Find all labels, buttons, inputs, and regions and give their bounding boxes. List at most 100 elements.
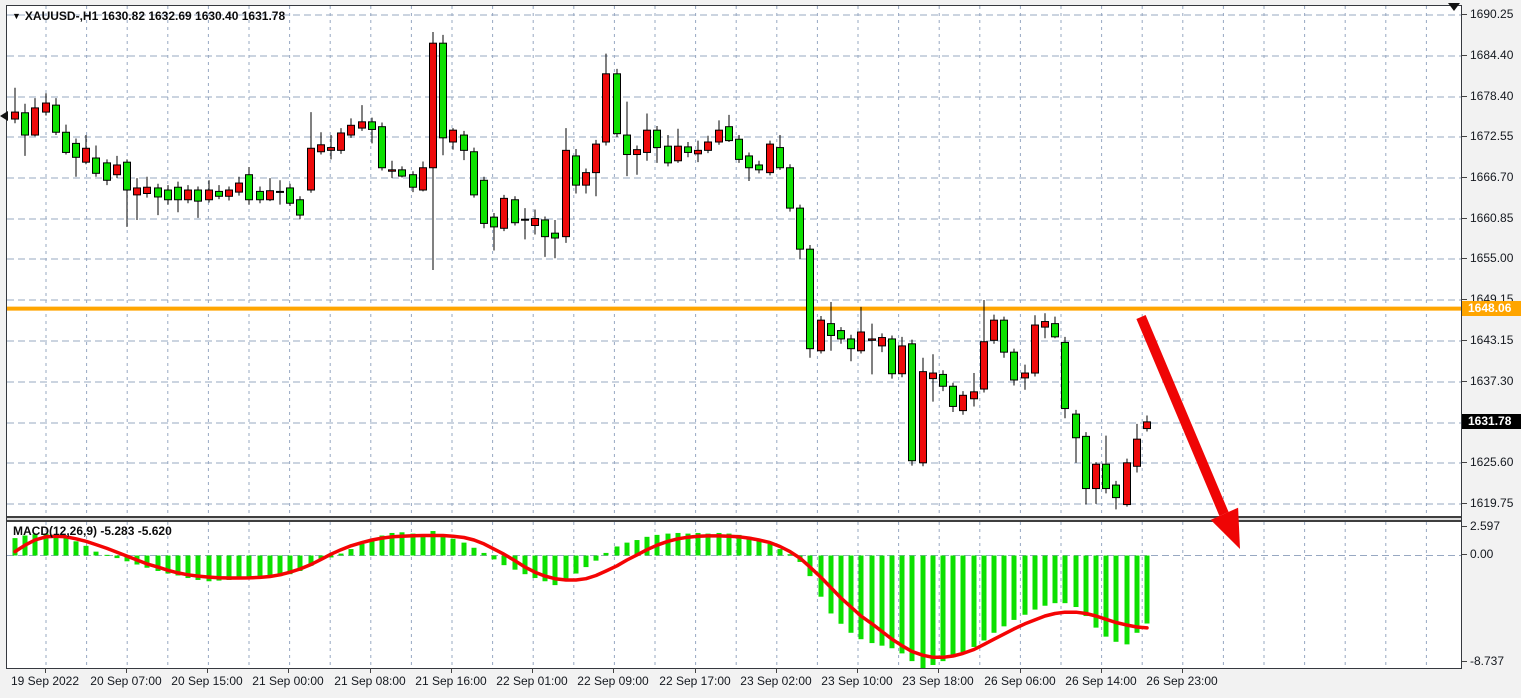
- bull-candle: [1022, 373, 1029, 378]
- macd-bar: [768, 544, 773, 556]
- axis-tick: [370, 668, 371, 673]
- bear-candle: [93, 158, 100, 173]
- bull-candle: [430, 43, 437, 168]
- macd-bar: [94, 552, 99, 556]
- bear-candle: [624, 135, 631, 154]
- bull-candle: [389, 170, 396, 171]
- bull-candle: [236, 183, 243, 192]
- macd-bar: [1135, 556, 1140, 633]
- macd-bar: [360, 544, 365, 556]
- bear-candle: [746, 156, 753, 168]
- chart-shift-marker-icon: [1448, 3, 1460, 11]
- macd-bar: [890, 556, 895, 649]
- candlestick-chart-surface[interactable]: [7, 6, 1461, 516]
- bear-candle: [471, 152, 478, 195]
- macd-bar: [258, 556, 263, 579]
- bull-candle: [348, 125, 355, 135]
- macd-bar: [900, 556, 905, 654]
- bull-candle: [450, 130, 457, 142]
- axis-tick: [776, 668, 777, 673]
- bear-candle: [940, 374, 947, 386]
- macd-bar: [870, 556, 875, 644]
- candlestick-series[interactable]: [12, 32, 1151, 509]
- macd-bar: [1074, 556, 1079, 608]
- macd-bar: [553, 556, 558, 586]
- bear-candle: [542, 220, 549, 237]
- macd-bar: [1012, 556, 1017, 620]
- price-axis-label: 1666.70: [1470, 170, 1513, 184]
- bull-candle: [869, 339, 876, 340]
- macd-bar: [1104, 556, 1109, 637]
- macd-bar: [64, 537, 69, 555]
- axis-tick: [1462, 340, 1467, 341]
- macd-bar: [921, 556, 926, 669]
- bull-candle: [501, 198, 508, 228]
- bull-candle: [420, 168, 427, 190]
- time-axis-label: 21 Sep 16:00: [406, 674, 496, 688]
- chart-dropdown-icon[interactable]: ▼: [12, 11, 21, 21]
- bear-candle: [552, 233, 559, 238]
- axis-tick: [938, 668, 939, 673]
- bull-candle: [338, 133, 345, 150]
- bull-candle: [991, 320, 998, 340]
- bull-candle: [1093, 464, 1100, 488]
- bull-candle: [328, 148, 335, 151]
- macd-chart-surface[interactable]: [7, 522, 1461, 668]
- axis-tick: [126, 668, 127, 673]
- bear-candle: [828, 324, 835, 336]
- macd-bar: [625, 543, 630, 556]
- price-axis-label: 1655.00: [1470, 251, 1513, 265]
- axis-tick: [1462, 14, 1467, 15]
- macd-axis-label: 2.597: [1470, 519, 1500, 533]
- bull-candle: [1134, 439, 1141, 466]
- bull-candle: [695, 150, 702, 153]
- macd-bar: [961, 556, 966, 653]
- time-axis-label: 19 Sep 2022: [0, 674, 90, 688]
- macd-bar: [666, 534, 671, 556]
- price-axis-label: 1619.75: [1470, 496, 1513, 510]
- bull-candle: [644, 130, 651, 152]
- time-axis-label: 21 Sep 00:00: [243, 674, 333, 688]
- bull-candle: [634, 150, 641, 155]
- bear-candle: [175, 187, 182, 200]
- bull-candle: [185, 190, 192, 200]
- bull-candle: [960, 395, 967, 410]
- bull-candle: [675, 146, 682, 161]
- bull-candle: [267, 191, 274, 200]
- price-pane[interactable]: ▼XAUUSD-,H1 1630.82 1632.69 1630.40 1631…: [7, 6, 1461, 516]
- time-axis[interactable]: 19 Sep 202220 Sep 07:0020 Sep 15:0021 Se…: [0, 668, 1521, 698]
- axis-tick: [857, 668, 858, 673]
- axis-tick: [207, 668, 208, 673]
- axis-tick: [1462, 136, 1467, 137]
- bull-candle: [12, 112, 19, 119]
- macd-signal-line[interactable]: [15, 536, 1147, 658]
- bear-candle: [1073, 414, 1080, 438]
- macd-bar: [339, 554, 344, 556]
- bull-candle: [818, 320, 825, 351]
- bear-candle: [797, 208, 804, 249]
- bear-candle: [297, 200, 304, 215]
- price-axis[interactable]: 1690.251684.401678.401672.551666.701660.…: [1462, 0, 1521, 698]
- bull-candle: [899, 346, 906, 374]
- macd-bar: [757, 540, 762, 555]
- bear-candle: [756, 165, 763, 170]
- macd-bar: [1002, 556, 1007, 627]
- macd-pane[interactable]: MACD(12,26,9) -5.283 -5.620: [7, 522, 1461, 668]
- bear-candle: [573, 156, 580, 185]
- macd-bar: [594, 556, 599, 561]
- macd-bar: [1063, 556, 1068, 604]
- macd-bar: [105, 555, 110, 556]
- macd-bar: [584, 556, 589, 568]
- axis-tick: [45, 668, 46, 673]
- bear-candle: [1103, 464, 1110, 488]
- hline-price-tag: 1648.06: [1462, 301, 1521, 316]
- bull-candle: [767, 144, 774, 173]
- bear-candle: [22, 113, 29, 135]
- macd-bar: [472, 548, 477, 556]
- bear-candle: [512, 200, 519, 223]
- axis-tick: [1462, 258, 1467, 259]
- macd-bar: [982, 556, 987, 641]
- chart-title: ▼XAUUSD-,H1 1630.82 1632.69 1630.40 1631…: [12, 9, 285, 23]
- time-axis-label: 21 Sep 08:00: [325, 674, 415, 688]
- axis-tick: [1101, 668, 1102, 673]
